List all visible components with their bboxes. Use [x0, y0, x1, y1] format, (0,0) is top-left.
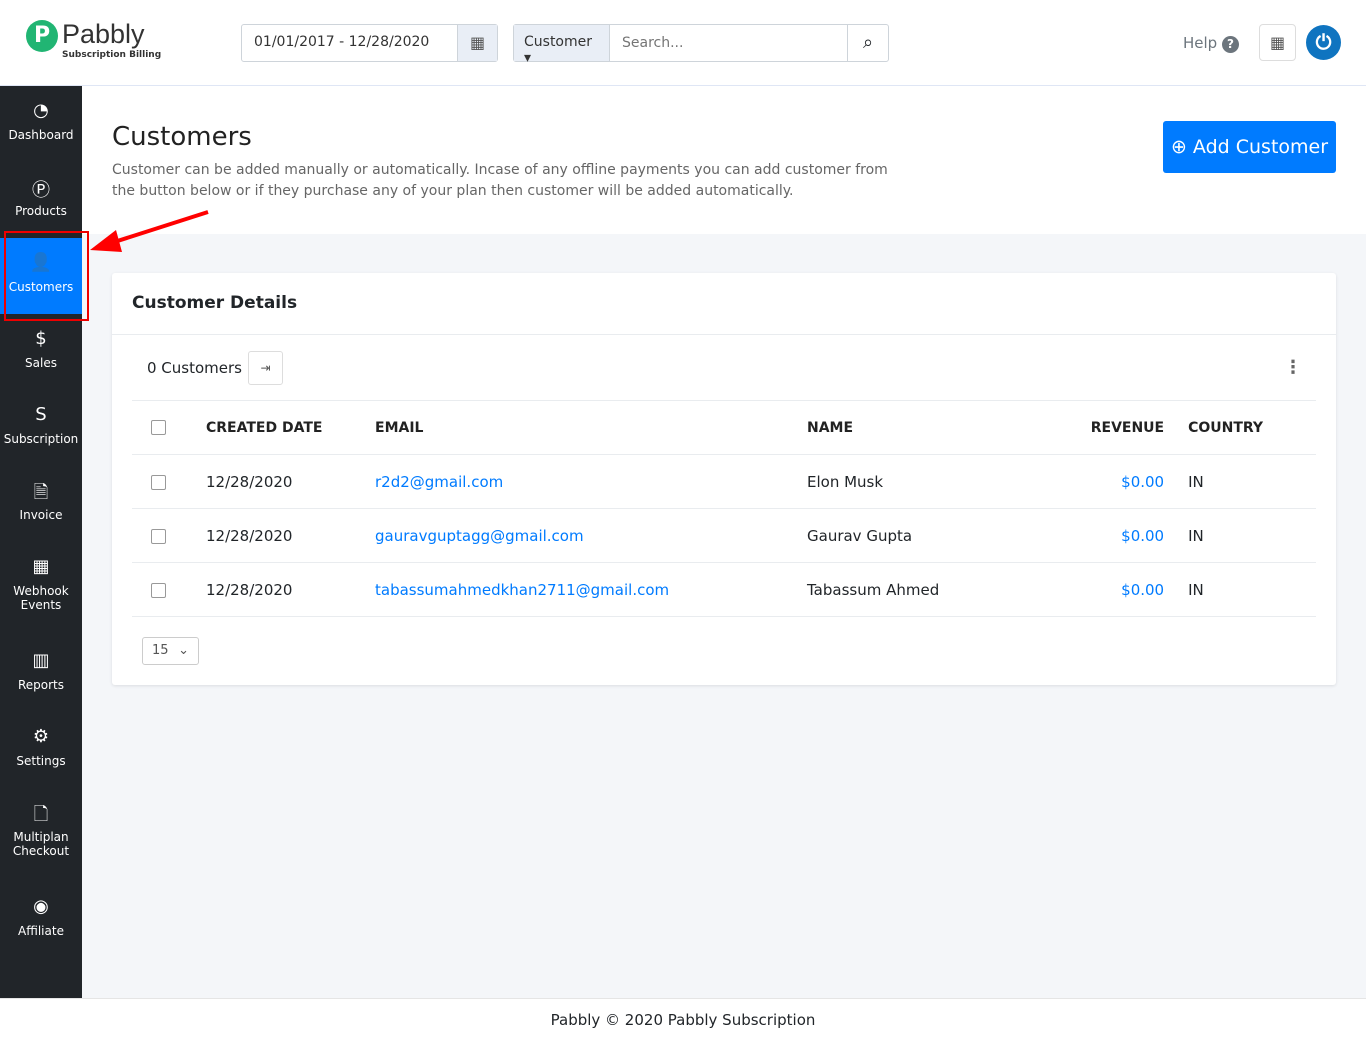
sidebar-item-webhook-events[interactable]: ▦ Webhook Events: [0, 542, 82, 636]
revenue-link[interactable]: $0.00: [1121, 527, 1164, 545]
search-input[interactable]: [610, 25, 847, 61]
email-link[interactable]: tabassumahmedkhan2711@gmail.com: [375, 581, 669, 599]
column-name[interactable]: NAME: [807, 400, 1022, 455]
search-filter-dropdown[interactable]: Customer ▾: [514, 25, 610, 66]
calendar-icon[interactable]: ▦: [457, 25, 497, 61]
customer-details-card: Customer Details 0 Customers ⇥ ⋮ CREATED …: [112, 273, 1336, 685]
add-customer-label: Add Customer: [1192, 136, 1329, 158]
power-icon[interactable]: ⏻: [1306, 25, 1341, 60]
page-header: Customers Customer can be added manually…: [82, 86, 1366, 234]
customer-count: 0 Customers: [147, 359, 242, 377]
sidebar-item-multiplan-checkout[interactable]: 🗋 Multiplan Checkout: [0, 788, 82, 882]
sidebar-item-sales[interactable]: $ Sales: [0, 314, 82, 390]
chevron-down-icon: ⌄: [178, 643, 189, 658]
sidebar-item-invoice[interactable]: 🗎 Invoice: [0, 466, 82, 542]
footer: Pabbly © 2020 Pabbly Subscription: [0, 998, 1366, 1041]
export-icon[interactable]: ⇥: [248, 351, 283, 385]
sidebar: ◔ Dashboard Ⓟ Products 👤 Customers $ Sales S…: [0, 86, 82, 998]
country: IN: [1188, 508, 1316, 563]
table-row: 12/28/2020 gauravguptagg@gmail.com Gaura…: [132, 508, 1316, 563]
row-checkbox[interactable]: [151, 474, 166, 490]
sales-icon: $: [35, 328, 47, 349]
sidebar-label: Dashboard: [8, 128, 74, 142]
table-row: 12/28/2020 tabassumahmedkhan2711@gmail.c…: [132, 562, 1316, 617]
customers-table: CREATED DATE EMAIL NAME REVENUE COUNTRY …: [132, 400, 1316, 617]
logo[interactable]: P Pabbly Subscription Billing: [26, 20, 161, 60]
sidebar-label: Multiplan Checkout: [12, 830, 70, 858]
sidebar-label: Settings: [16, 754, 66, 768]
brand-name: Pabbly: [62, 19, 145, 49]
column-revenue[interactable]: REVENUE: [1022, 400, 1189, 455]
revenue-link[interactable]: $0.00: [1121, 581, 1164, 599]
annotation-arrow-icon: [90, 210, 209, 252]
search-filter-label: Customer: [524, 34, 593, 50]
created-date: 12/28/2020: [206, 562, 375, 617]
sidebar-item-affiliate[interactable]: ◉ Affiliate: [0, 882, 82, 958]
calendar-icon: ▦: [32, 556, 50, 577]
sidebar-label: Subscription: [3, 432, 79, 446]
sidebar-label: Sales: [25, 356, 57, 370]
sidebar-item-products[interactable]: Ⓟ Products: [0, 162, 82, 238]
sidebar-item-reports[interactable]: ▥ Reports: [0, 636, 82, 712]
chart-icon: ▥: [32, 650, 50, 671]
per-page-value: 15: [152, 643, 169, 658]
table-header-row: CREATED DATE EMAIL NAME REVENUE COUNTRY: [132, 400, 1316, 455]
row-checkbox[interactable]: [151, 582, 166, 598]
email-link[interactable]: gauravguptagg@gmail.com: [375, 527, 584, 545]
sidebar-label: Products: [15, 204, 67, 218]
date-range-picker[interactable]: 01/01/2017 - 12/28/2020 ▦: [241, 24, 498, 62]
table-row: 12/28/2020 r2d2@gmail.com Elon Musk $0.0…: [132, 454, 1316, 509]
card-title: Customer Details: [112, 273, 1336, 335]
gear-icon: ⚙: [32, 726, 50, 747]
column-email[interactable]: EMAIL: [375, 400, 807, 455]
sidebar-label: Affiliate: [18, 924, 64, 938]
sidebar-item-settings[interactable]: ⚙ Settings: [0, 712, 82, 788]
help-label: Help: [1183, 34, 1218, 52]
products-icon: Ⓟ: [32, 180, 50, 201]
invoice-icon: 🗎: [33, 482, 49, 503]
customer-name: Elon Musk: [807, 454, 1022, 509]
row-checkbox[interactable]: [151, 528, 166, 544]
revenue-link[interactable]: $0.00: [1121, 473, 1164, 491]
help-link[interactable]: Help ?: [1183, 34, 1239, 53]
search-icon[interactable]: ⌕: [847, 25, 888, 61]
add-customer-button[interactable]: ⊕ Add Customer: [1163, 121, 1336, 173]
customer-name: Gaurav Gupta: [807, 508, 1022, 563]
logo-mark: P: [26, 20, 58, 52]
page-title: Customers: [112, 122, 252, 152]
date-range-value[interactable]: 01/01/2017 - 12/28/2020: [242, 25, 457, 61]
question-icon: ?: [1221, 36, 1239, 53]
more-options-icon[interactable]: ⋮: [1284, 357, 1302, 378]
sidebar-label: Invoice: [19, 508, 63, 522]
highlight-box: [4, 231, 89, 321]
apps-grid-icon[interactable]: ▦: [1259, 24, 1296, 61]
column-country[interactable]: COUNTRY: [1188, 400, 1316, 455]
column-created-date[interactable]: CREATED DATE: [206, 400, 375, 455]
country: IN: [1188, 562, 1316, 617]
per-page-select[interactable]: 15 ⌄: [142, 637, 199, 665]
subscription-icon: S: [35, 404, 47, 425]
brand-sub: Subscription Billing: [62, 50, 162, 60]
email-link[interactable]: r2d2@gmail.com: [375, 473, 503, 491]
sidebar-item-subscription[interactable]: S Subscription: [0, 390, 82, 466]
sidebar-label: Reports: [17, 678, 65, 692]
page-description: Customer can be added manually or automa…: [112, 162, 888, 199]
sidebar-item-dashboard[interactable]: ◔ Dashboard: [0, 86, 82, 162]
select-all-checkbox[interactable]: [151, 420, 166, 435]
affiliate-icon: ◉: [33, 896, 49, 917]
created-date: 12/28/2020: [206, 454, 375, 509]
sidebar-label: Webhook Events: [13, 584, 69, 612]
customer-name: Tabassum Ahmed: [807, 562, 1022, 617]
file-icon: 🗋: [33, 804, 49, 825]
dashboard-icon: ◔: [33, 100, 49, 121]
search-group: Customer ▾ ⌕: [513, 24, 889, 66]
top-bar: P Pabbly Subscription Billing 01/01/2017 …: [0, 0, 1366, 86]
country: IN: [1188, 454, 1316, 509]
created-date: 12/28/2020: [206, 508, 375, 563]
